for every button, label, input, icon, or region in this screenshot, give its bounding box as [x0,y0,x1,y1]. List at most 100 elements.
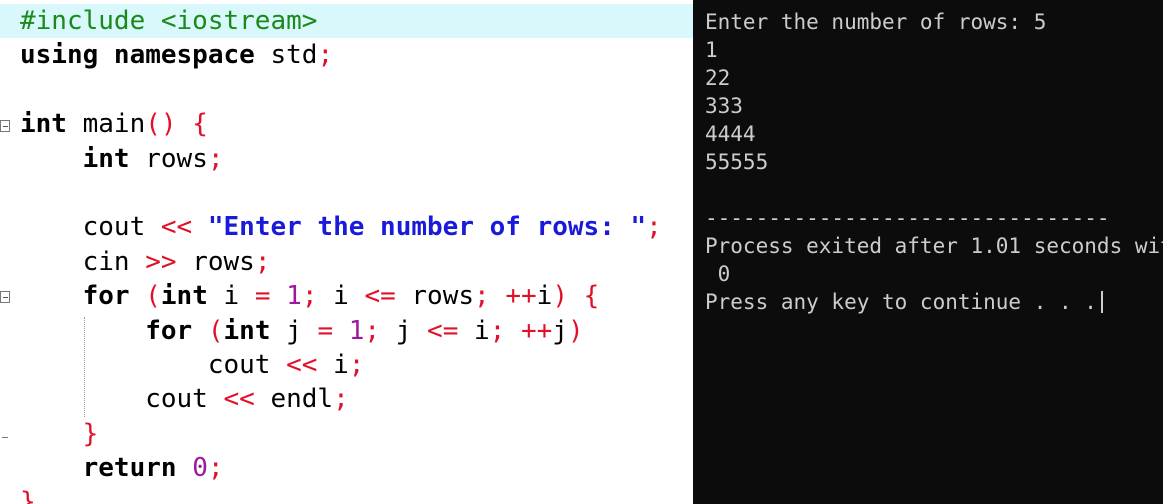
code-token: << [160,212,193,243]
code-token: } [20,487,36,504]
console-line: 55555 [705,150,769,174]
code-token: ; [646,212,662,243]
code-token: ; [207,453,224,484]
code-token: 1 [348,315,365,346]
code-token: cout [20,349,287,380]
code-line[interactable]: for (int j = 1; j <= i; ++j) [20,314,693,348]
code-token: ( [145,281,161,312]
console-line: 4444 [705,122,756,146]
code-token: i [536,281,553,312]
code-line[interactable]: return 0; [20,451,693,485]
console-line: 0 [705,262,731,286]
code-line[interactable]: for (int i = 1; i <= rows; ++i) { [20,279,693,313]
code-token: ; [364,315,381,346]
console-output: Enter the number of rows: 5 1 22 333 4444 555… [705,8,1163,316]
code-line[interactable]: cout << "Enter the number of rows: "; [20,210,693,244]
code-token: ; [207,143,224,174]
code-editor[interactable]: #include <iostream> using namespace std; … [0,0,693,504]
code-line[interactable]: using namespace std; [20,38,693,72]
code-token: ) [567,315,584,346]
fold-collapse-main-icon[interactable] [0,120,10,132]
code-line[interactable]: } [20,485,693,504]
code-token: >> [145,246,177,277]
code-token: cout [20,212,161,243]
fold-end-marker-icon [2,437,8,438]
code-token: ; [317,40,334,71]
code-token: int [223,315,271,346]
code-token: = [254,281,271,312]
console-window[interactable]: Enter the number of rows: 5 1 22 333 4444 555… [693,0,1163,504]
console-line: Press any key to continue . . . [705,288,1163,316]
console-line: 333 [705,94,743,118]
fold-collapse-for-icon[interactable] [0,291,10,303]
code-token: endl [254,384,334,415]
code-line[interactable]: cout << i; [20,348,693,382]
code-token: main [66,109,146,140]
console-line: 1 [705,38,718,62]
code-token: ; [333,384,349,415]
code-token: rows [395,281,475,312]
code-token: int [160,281,208,312]
code-token: int [20,109,67,140]
code-line[interactable]: cin >> rows; [20,245,693,279]
code-token: << [286,349,318,380]
code-token: j [270,315,318,346]
code-token: j [552,315,568,346]
code-token: i [317,349,349,380]
code-token: i [317,281,365,312]
code-token: ; [254,246,271,277]
code-token: for [82,281,130,312]
code-token: #include <iostream> [20,6,318,36]
code-token: ; [301,281,318,312]
code-line[interactable] [20,176,693,210]
console-line: Process exited after 1.01 seconds with r… [705,234,1163,258]
code-token: rows [129,143,208,174]
fold-gutter [0,0,14,504]
code-token: << [223,384,255,415]
code-token: j [380,315,428,346]
console-line: -------------------------------- [705,206,1110,230]
code-token: = [317,315,334,346]
code-line[interactable] [20,73,693,107]
code-token: int [82,143,130,174]
screen: #include <iostream> using namespace std; … [0,0,1163,504]
code-token: for [145,315,193,346]
console-line: 22 [705,66,731,90]
code-token: rows [176,246,255,277]
code-line[interactable]: cout << endl; [20,382,693,416]
code-token: <= [427,315,459,346]
code-token: ++ [505,281,537,312]
code-line[interactable]: int main() { [20,107,693,141]
code-token: <= [364,281,396,312]
code-token: () { [145,109,208,140]
code-text[interactable]: #include <iostream> using namespace std; … [0,4,693,504]
code-token: 1 [286,281,302,312]
code-line[interactable]: int rows; [20,142,693,176]
code-token: ; [348,349,365,380]
code-token: cin [20,246,146,277]
code-token: ++ [520,315,553,346]
code-token: return [82,453,177,484]
code-token: 0 [192,453,208,484]
console-line: Enter the number of rows: 5 [705,10,1047,34]
code-line[interactable]: } [20,417,693,451]
code-token: i [207,281,255,312]
code-token: ) { [552,281,600,312]
text-cursor [1100,291,1103,313]
code-token: i [458,315,490,346]
code-line-current[interactable]: #include <iostream> [0,4,693,39]
code-token: "Enter the number of rows: " [207,212,647,243]
code-token: ; [489,315,506,346]
